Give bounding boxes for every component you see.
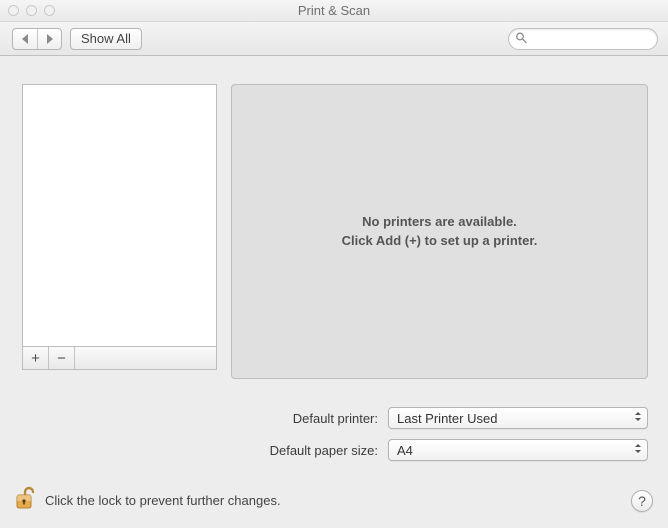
lock-open-icon [15,486,37,515]
show-all-label: Show All [81,31,131,46]
print-scan-window: Print & Scan Show All [0,0,668,528]
forward-button[interactable] [37,29,61,49]
nav-buttons [12,28,62,50]
printer-list[interactable] [22,84,217,346]
select-arrows-icon [634,411,642,426]
default-printer-label: Default printer: [22,411,378,426]
panels: + − No printers are available. Click Add… [22,84,648,379]
printer-list-footer: + − [22,346,217,370]
toolbar: Show All [0,22,668,56]
help-icon: ? [638,493,646,509]
select-arrows-icon [634,443,642,458]
default-printer-value: Last Printer Used [397,411,497,426]
default-paper-size-label: Default paper size: [22,443,378,458]
content: + − No printers are available. Click Add… [0,56,668,471]
search-field[interactable] [508,28,658,50]
empty-state: No printers are available. Click Add (+)… [330,213,550,251]
search-input[interactable] [508,28,658,50]
titlebar: Print & Scan [0,0,668,22]
lock-section[interactable]: Click the lock to prevent further change… [15,486,281,515]
defaults-section: Default printer: Last Printer Used Defau… [22,407,648,461]
forward-icon [45,34,54,44]
back-icon [21,34,30,44]
minimize-window-button[interactable] [26,5,37,16]
help-button[interactable]: ? [631,490,653,512]
default-printer-select[interactable]: Last Printer Used [388,407,648,429]
close-window-button[interactable] [8,5,19,16]
window-controls [8,5,55,16]
printer-detail-pane: No printers are available. Click Add (+)… [231,84,648,379]
back-button[interactable] [13,29,37,49]
lock-text: Click the lock to prevent further change… [45,493,281,508]
minus-icon: − [57,351,66,366]
empty-state-line1: No printers are available. [342,213,538,232]
empty-state-line2: Click Add (+) to set up a printer. [342,232,538,251]
default-paper-size-select[interactable]: A4 [388,439,648,461]
plus-icon: + [31,351,40,366]
add-printer-button[interactable]: + [23,347,49,369]
printer-list-panel: + − [22,84,217,379]
default-paper-size-value: A4 [397,443,413,458]
bottom-bar: Click the lock to prevent further change… [15,486,653,515]
remove-printer-button[interactable]: − [49,347,75,369]
window-title: Print & Scan [0,3,668,18]
show-all-button[interactable]: Show All [70,28,142,50]
zoom-window-button[interactable] [44,5,55,16]
